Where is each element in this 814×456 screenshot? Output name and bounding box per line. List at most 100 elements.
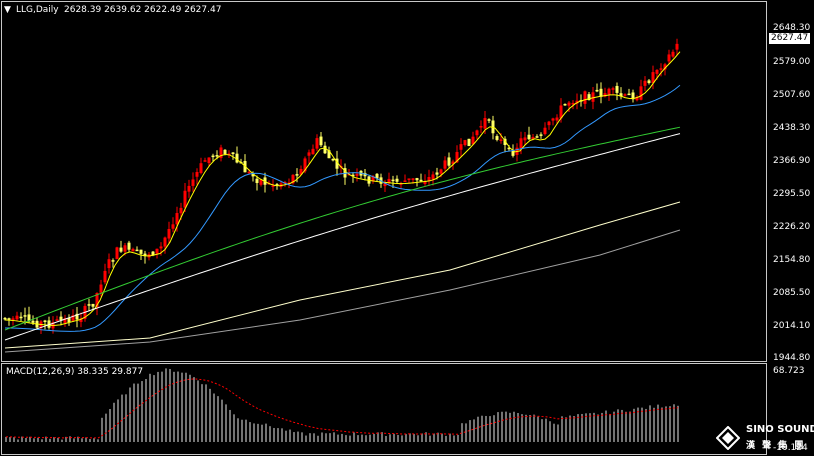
price-axis-label: 2295.50 bbox=[773, 189, 811, 199]
candle-body bbox=[439, 169, 443, 174]
candle-body bbox=[315, 138, 319, 149]
candle-body bbox=[31, 320, 35, 323]
sino-sound-logo: SINO SOUND 漢 聲 集 團 bbox=[716, 420, 814, 456]
candle-body bbox=[443, 160, 447, 169]
candle-body bbox=[543, 127, 547, 135]
macd-indicator-label: MACD(12,26,9) 38.335 29.877 bbox=[6, 367, 144, 377]
candle-body bbox=[427, 176, 431, 181]
candle-body bbox=[199, 163, 203, 173]
candle-body bbox=[115, 247, 119, 260]
candle-body bbox=[407, 178, 411, 180]
candle-body bbox=[391, 179, 395, 182]
ma20-line bbox=[4, 84, 681, 332]
candle-body bbox=[183, 190, 187, 208]
candle-body bbox=[23, 315, 27, 317]
candle-body bbox=[435, 172, 439, 175]
candle-body bbox=[167, 228, 171, 239]
candle-body bbox=[7, 318, 11, 320]
candle-body bbox=[231, 152, 235, 154]
candle-body bbox=[627, 93, 631, 96]
candle-body bbox=[563, 103, 567, 106]
candle-body bbox=[623, 94, 627, 96]
ma5-line bbox=[4, 51, 681, 326]
candle-body bbox=[119, 247, 123, 252]
candle-body bbox=[159, 246, 163, 249]
candle-body bbox=[139, 249, 143, 254]
candle-body bbox=[615, 85, 619, 93]
price-axis-label: 2085.50 bbox=[773, 288, 811, 298]
candle-body bbox=[387, 178, 391, 183]
candle-body bbox=[331, 158, 335, 161]
candle-body bbox=[107, 259, 111, 269]
price-axis-label: 1944.80 bbox=[773, 353, 811, 363]
candle-body bbox=[311, 148, 315, 155]
candle-body bbox=[11, 318, 15, 320]
candle-body bbox=[527, 134, 531, 140]
candle-body bbox=[99, 284, 103, 293]
candle-body bbox=[215, 155, 219, 157]
candle-body bbox=[671, 51, 675, 57]
candle-body bbox=[179, 207, 183, 214]
candle-body bbox=[499, 139, 503, 141]
candle-body bbox=[223, 149, 227, 155]
candle-body bbox=[195, 172, 199, 177]
ma40-line bbox=[4, 126, 681, 331]
candle-body bbox=[643, 80, 647, 86]
candle-body bbox=[467, 138, 471, 146]
candle-body bbox=[103, 270, 107, 283]
candle-body bbox=[127, 242, 131, 250]
macd-axis-top: 68.723 bbox=[773, 366, 805, 376]
candle-body bbox=[123, 245, 127, 252]
candle-body bbox=[135, 249, 139, 252]
chart-menu-triangle-icon[interactable]: ▼ bbox=[4, 5, 11, 15]
candle-body bbox=[3, 317, 7, 320]
candle-body bbox=[175, 213, 179, 225]
candle-body bbox=[479, 125, 483, 128]
candle-body bbox=[419, 179, 423, 182]
candle-body bbox=[519, 138, 523, 149]
candle-body bbox=[487, 119, 491, 121]
price-axis-label: 2579.00 bbox=[773, 57, 811, 67]
candle-body bbox=[523, 137, 527, 141]
candle-body bbox=[655, 69, 659, 74]
candle-body bbox=[87, 304, 91, 306]
candle-body bbox=[163, 237, 167, 247]
candle-body bbox=[187, 185, 191, 192]
price-axis-label: 2154.80 bbox=[773, 255, 811, 265]
candle-body bbox=[475, 130, 479, 136]
candle-body bbox=[607, 88, 611, 95]
candle-body bbox=[323, 145, 327, 154]
candle-body bbox=[535, 136, 539, 138]
candle-body bbox=[415, 178, 419, 181]
candle-body bbox=[675, 43, 679, 50]
price-chart-svg bbox=[3, 38, 681, 442]
candle-body bbox=[43, 320, 47, 323]
candle-body bbox=[567, 102, 571, 106]
candle-body bbox=[19, 316, 23, 319]
candle-body bbox=[483, 118, 487, 129]
candle-body bbox=[555, 117, 559, 121]
candle-body bbox=[255, 178, 259, 183]
candle-body bbox=[447, 157, 451, 166]
candle-body bbox=[207, 157, 211, 164]
candle-body bbox=[155, 248, 159, 254]
candle-body bbox=[639, 86, 643, 100]
price-axis-label: 2648.30 bbox=[773, 23, 811, 33]
candle-body bbox=[667, 54, 671, 62]
candle-body bbox=[355, 173, 359, 176]
candle-body bbox=[583, 91, 587, 104]
candle-body bbox=[403, 180, 407, 183]
candle-body bbox=[111, 260, 115, 262]
candle-body bbox=[247, 171, 251, 174]
current-price-marker: 2627.47 bbox=[769, 33, 811, 44]
symbol-timeframe-label: LLG,Daily bbox=[16, 5, 59, 15]
candle-body bbox=[595, 89, 599, 92]
candle-body bbox=[647, 80, 651, 84]
candle-body bbox=[211, 155, 215, 158]
candle-body bbox=[307, 152, 311, 156]
candle-body bbox=[547, 121, 551, 126]
chart-window[interactable]: ▼ LLG,Daily 2628.39 2639.62 2622.49 2627… bbox=[0, 0, 814, 456]
logo-brand-text: SINO SOUND bbox=[746, 424, 814, 435]
price-axis-label: 2226.20 bbox=[773, 222, 811, 232]
candle-body bbox=[395, 178, 399, 182]
